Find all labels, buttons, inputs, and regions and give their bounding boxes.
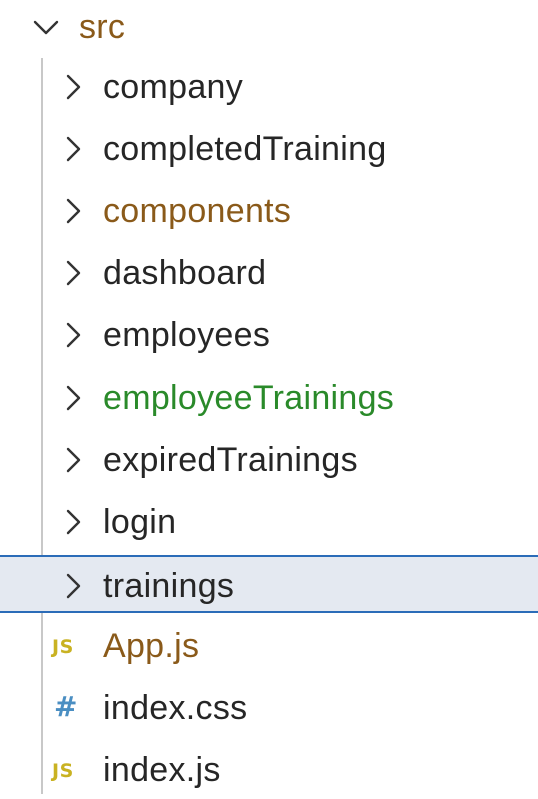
file-label: App.js xyxy=(103,627,200,665)
chevron-down-icon xyxy=(33,20,59,35)
folder-expiredtrainings[interactable]: expiredTrainings xyxy=(0,431,538,489)
chevron-right-icon xyxy=(66,447,81,473)
chevron-right-icon xyxy=(66,322,81,348)
folder-src[interactable]: src xyxy=(0,0,538,58)
folder-employeetrainings[interactable]: employeeTrainings xyxy=(0,369,538,427)
folder-label: src xyxy=(79,8,126,46)
folder-label: employees xyxy=(103,316,271,354)
folder-label: components xyxy=(103,192,292,230)
file-index-css[interactable]: # index.css xyxy=(0,679,538,737)
chevron-right-icon xyxy=(66,198,81,224)
folder-label: company xyxy=(103,68,244,106)
folder-label: completedTraining xyxy=(103,130,387,168)
chevron-right-icon xyxy=(66,74,81,100)
chevron-right-icon xyxy=(66,260,81,286)
file-explorer-tree: src company completedTraining components da… xyxy=(0,0,538,794)
folder-label: expiredTrainings xyxy=(103,441,358,479)
folder-label: login xyxy=(103,503,177,541)
folder-login[interactable]: login xyxy=(0,493,538,551)
folder-label: dashboard xyxy=(103,254,267,292)
chevron-right-icon xyxy=(66,136,81,162)
file-index-js[interactable]: JS index.js xyxy=(0,741,538,799)
folder-label: employeeTrainings xyxy=(103,379,395,417)
folder-company[interactable]: company xyxy=(0,58,538,116)
folder-completedtraining[interactable]: completedTraining xyxy=(0,120,538,178)
js-file-icon: JS xyxy=(52,760,74,782)
folder-label: trainings xyxy=(103,567,235,605)
css-file-icon: # xyxy=(54,690,78,723)
chevron-right-icon xyxy=(66,385,81,411)
file-label: index.css xyxy=(103,689,248,727)
folder-dashboard[interactable]: dashboard xyxy=(0,244,538,302)
chevron-right-icon xyxy=(66,573,81,599)
chevron-right-icon xyxy=(66,509,81,535)
file-label: index.js xyxy=(103,751,221,789)
folder-employees[interactable]: employees xyxy=(0,306,538,364)
folder-trainings[interactable]: trainings xyxy=(0,555,538,613)
folder-components[interactable]: components xyxy=(0,182,538,240)
file-app-js[interactable]: JS App.js xyxy=(0,617,538,675)
js-file-icon: JS xyxy=(52,636,74,658)
